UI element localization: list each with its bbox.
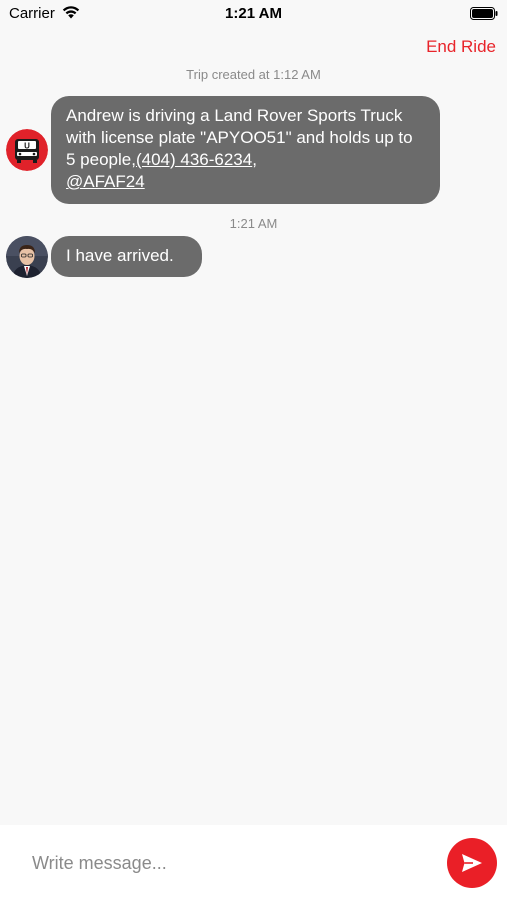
driver-photo [6, 236, 48, 278]
driver-phone-link[interactable]: (404) 436-6234 [136, 150, 252, 169]
trip-info-message: Andrew is driving a Land Rover Sports Tr… [51, 96, 440, 204]
battery-icon [470, 7, 498, 20]
end-ride-button[interactable]: End Ride [426, 37, 496, 57]
status-bar: Carrier 1:21 AM [0, 0, 507, 28]
message-timestamp: 1:21 AM [229, 216, 278, 231]
status-time: 1:21 AM [225, 5, 282, 22]
driver-avatar [6, 236, 48, 278]
chat-screen: Carrier 1:21 AM End Ride Trip created at… [0, 0, 507, 900]
trip-created-label: Trip created at 1:12 AM [186, 67, 321, 82]
send-button[interactable] [447, 838, 497, 888]
arrived-text: I have arrived. [66, 246, 174, 265]
arrived-message: I have arrived. [51, 236, 202, 277]
driver-handle-link[interactable]: @AFAF24 [66, 172, 145, 191]
message-composer [0, 825, 507, 900]
bus-icon: U [6, 129, 48, 171]
message-input[interactable] [18, 847, 428, 879]
link-separator: , [252, 150, 257, 169]
svg-text:U: U [24, 142, 30, 151]
send-icon [462, 854, 482, 872]
bus-avatar: U [6, 129, 48, 171]
